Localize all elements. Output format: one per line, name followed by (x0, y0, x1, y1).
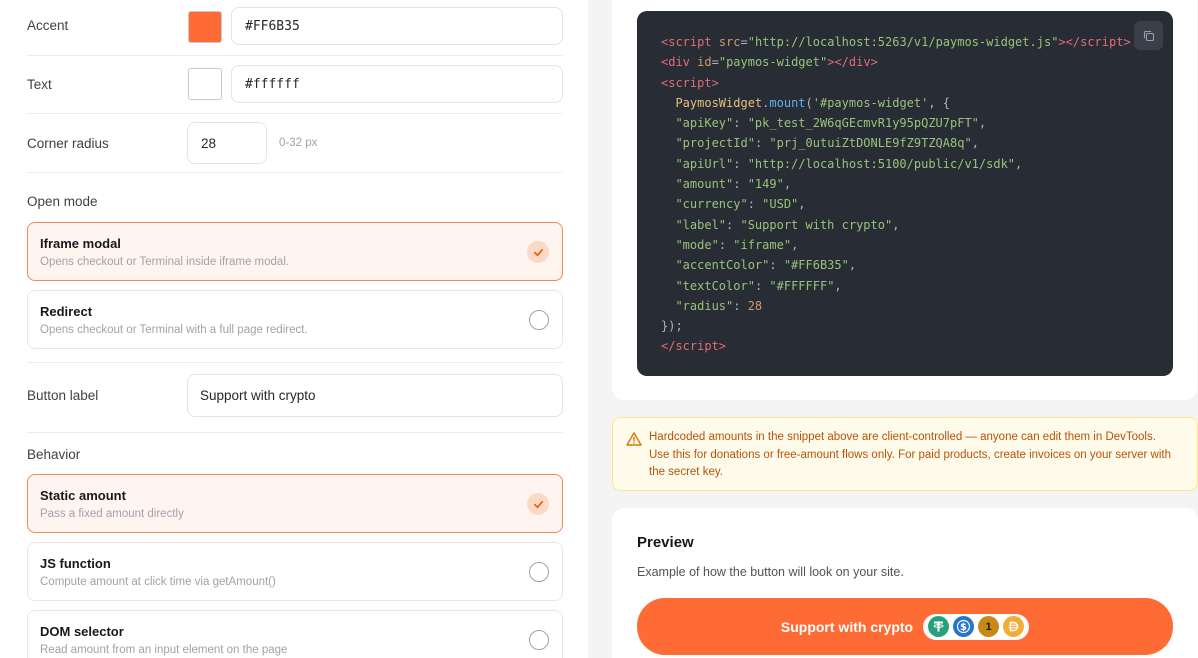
coin-icons: $ 1 (923, 613, 1030, 640)
prop-key: "accentColor" (675, 258, 770, 273)
corner-radius-hint: 0-32 px (279, 137, 318, 149)
widget-method: mount (769, 95, 806, 110)
prop-value: "prj_0utuiZtDONLE9fZ9TZQA8q" (769, 136, 972, 151)
accent-label: Accent (27, 18, 69, 33)
behavior-option-js-function[interactable]: JS function Compute amount at click time… (27, 542, 563, 601)
warning-icon (626, 432, 642, 446)
radio-button[interactable] (529, 630, 549, 650)
prop-value: "http://localhost:5100/public/v1/sdk" (747, 156, 1016, 171)
preview-title: Preview (637, 534, 694, 551)
prop-value: "#FF6B35" (783, 258, 849, 273)
snippet-prop-line: "currency": "USD", (675, 197, 806, 212)
script-src: http://localhost:5263/v1/paymos-widget.j… (754, 35, 1052, 49)
prop-key: "label" (675, 217, 727, 232)
text-color-swatch[interactable] (188, 68, 222, 100)
snippet-prop-line: "textColor": "#FFFFFF", (675, 278, 842, 293)
prop-value: "149" (747, 177, 784, 192)
behavior-title: Behavior (27, 447, 81, 462)
preview-card: Preview Example of how the button will l… (612, 508, 1198, 658)
svg-text:$: $ (960, 622, 967, 633)
snippet-prop-line: "label": "Support with crypto", (675, 217, 900, 232)
divider (27, 55, 563, 56)
prop-value: "iframe" (733, 237, 792, 252)
prop-key: "amount" (675, 177, 734, 192)
option-title: Redirect (40, 304, 93, 319)
corner-radius-input[interactable]: 28 (187, 122, 267, 164)
radio-button[interactable] (529, 310, 549, 330)
option-title: JS function (40, 556, 111, 571)
corner-radius-label: Corner radius (27, 136, 109, 151)
open-mode-option-redirect[interactable]: Redirect Opens checkout or Terminal with… (27, 290, 563, 349)
copy-icon (1143, 30, 1154, 41)
code-snippet[interactable]: <script src="http://localhost:5263/v1/pa… (637, 11, 1173, 376)
behavior-option-static-amount[interactable]: Static amount Pass a fixed amount direct… (27, 474, 563, 533)
option-description: Opens checkout or Terminal inside iframe… (40, 256, 290, 268)
option-title: Iframe modal (40, 236, 121, 251)
checkmark-icon (527, 241, 549, 263)
tether-icon (928, 616, 950, 637)
option-description: Pass a fixed amount directly (40, 508, 184, 520)
prop-value: "Support with crypto" (740, 217, 893, 232)
divider (27, 362, 563, 363)
open-mode-option-iframe[interactable]: Iframe modal Opens checkout or Terminal … (27, 222, 563, 281)
option-title: DOM selector (40, 624, 124, 639)
text-hex-input[interactable]: #ffffff (231, 65, 563, 103)
support-with-crypto-button[interactable]: Support with crypto $ 1 (637, 598, 1173, 655)
prop-value: 28 (747, 298, 763, 313)
checkmark-icon (527, 493, 549, 515)
one-inch-icon: 1 (978, 616, 1000, 637)
snippet-prop-line: "accentColor": "#FF6B35", (675, 258, 857, 273)
accent-color-swatch[interactable] (188, 11, 222, 43)
prop-key: "textColor" (675, 278, 755, 293)
mount-selector: '#paymos-widget' (812, 95, 929, 110)
widget-settings-panel: Accent #FF6B35 Text #ffffff Corner radiu… (0, 0, 588, 658)
accent-hex-input[interactable]: #FF6B35 (231, 7, 563, 45)
warning-banner: Hardcoded amounts in the snippet above a… (612, 417, 1198, 491)
divider (27, 432, 563, 433)
text-color-label: Text (27, 77, 52, 92)
divider (27, 113, 563, 114)
prop-key: "apiUrl" (675, 156, 734, 171)
prop-key: "projectId" (675, 136, 755, 151)
snippet-prop-line: "apiKey": "pk_test_2W6qGEcmvR1y95pQZU7pF… (675, 116, 987, 131)
open-mode-title: Open mode (27, 194, 98, 209)
button-label-label: Button label (27, 388, 99, 403)
option-description: Opens checkout or Terminal with a full p… (40, 324, 308, 336)
prop-value: "USD" (762, 197, 799, 212)
option-description: Compute amount at click time via getAmou… (40, 576, 276, 588)
widget-object: PaymosWidget (675, 95, 763, 110)
prop-value: "#FFFFFF" (769, 278, 835, 293)
warning-text: Hardcoded amounts in the snippet above a… (649, 431, 1171, 478)
button-label-input[interactable]: Support with crypto (187, 374, 563, 417)
usdc-icon: $ (953, 616, 975, 637)
option-title: Static amount (40, 488, 126, 503)
divider (27, 172, 563, 173)
snippet-prop-line: "projectId": "prj_0utuiZtDONLE9fZ9TZQA8q… (675, 136, 979, 151)
behavior-option-dom-selector[interactable]: DOM selector Read amount from an input e… (27, 610, 563, 658)
copy-button[interactable] (1134, 21, 1163, 50)
pay-button-label: Support with crypto (780, 618, 914, 635)
prop-key: "radius" (675, 298, 734, 313)
snippet-prop-line: "radius": 28 (675, 298, 763, 313)
prop-key: "mode" (675, 237, 719, 252)
div-id: paymos-widget (726, 55, 820, 70)
prop-value: "pk_test_2W6qGEcmvR1y95pQZU7pFT" (747, 116, 979, 131)
prop-key: "currency" (675, 197, 748, 212)
radio-button[interactable] (529, 562, 549, 582)
snippet-prop-line: "apiUrl": "http://localhost:5100/public/… (675, 156, 1023, 171)
snippet-prop-line: "amount": "149", (675, 177, 792, 192)
snippet-prop-line: "mode": "iframe", (675, 237, 799, 252)
prop-key: "apiKey" (675, 116, 734, 131)
dai-icon (1003, 616, 1025, 637)
option-description: Read amount from an input element on the… (40, 644, 288, 656)
preview-description: Example of how the button will look on y… (637, 565, 904, 579)
